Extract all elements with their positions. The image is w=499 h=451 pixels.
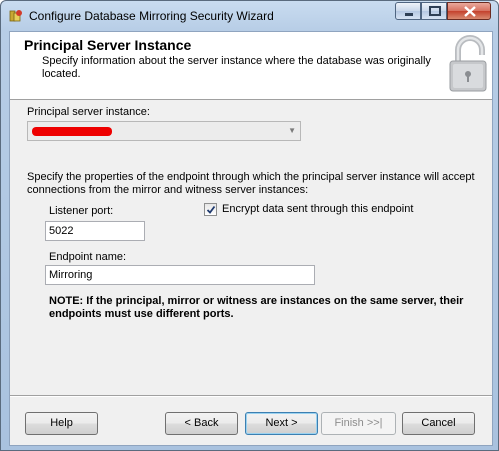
maximize-button[interactable] [421, 2, 447, 20]
page-title: Principal Server Instance [24, 37, 192, 53]
title-bar[interactable]: Configure Database Mirroring Security Wi… [1, 1, 498, 31]
next-button[interactable]: Next > [245, 412, 318, 435]
encrypt-checkbox[interactable] [204, 203, 217, 216]
finish-button[interactable]: Finish >>| [321, 412, 396, 435]
footer-divider [10, 395, 492, 397]
cancel-button[interactable]: Cancel [402, 412, 475, 435]
principal-instance-label: Principal server instance: [27, 106, 150, 118]
chevron-down-icon[interactable]: ▼ [288, 126, 296, 135]
checkmark-icon [206, 205, 216, 214]
minimize-icon [405, 13, 413, 16]
listener-port-label: Listener port: [49, 205, 114, 217]
security-lock-icon [449, 35, 487, 92]
endpoint-name-label: Endpoint name: [49, 251, 127, 263]
close-button[interactable] [447, 2, 491, 20]
help-button[interactable]: Help [25, 412, 98, 435]
redacted-instance-name [32, 127, 112, 136]
principal-instance-dropdown[interactable]: ▼ [27, 121, 301, 141]
wizard-header: Principal Server Instance Specify inform… [10, 32, 492, 100]
page-subtitle: Specify information about the server ins… [42, 55, 431, 80]
ports-note: NOTE: If the principal, mirror or witnes… [49, 295, 464, 320]
sql-server-app-icon [9, 10, 22, 22]
endpoint-description: Specify the properties of the endpoint t… [27, 171, 475, 196]
window-title: Configure Database Mirroring Security Wi… [29, 9, 274, 23]
back-button[interactable]: < Back [165, 412, 238, 435]
maximize-icon [429, 6, 441, 16]
endpoint-name-input[interactable] [45, 265, 315, 285]
encrypt-label[interactable]: Encrypt data sent through this endpoint [222, 203, 413, 215]
wizard-body: Principal Server Instance Specify inform… [9, 31, 493, 446]
minimize-button[interactable] [395, 2, 421, 20]
listener-port-input[interactable] [45, 221, 145, 241]
close-icon [464, 6, 476, 17]
wizard-window: Configure Database Mirroring Security Wi… [0, 0, 499, 451]
